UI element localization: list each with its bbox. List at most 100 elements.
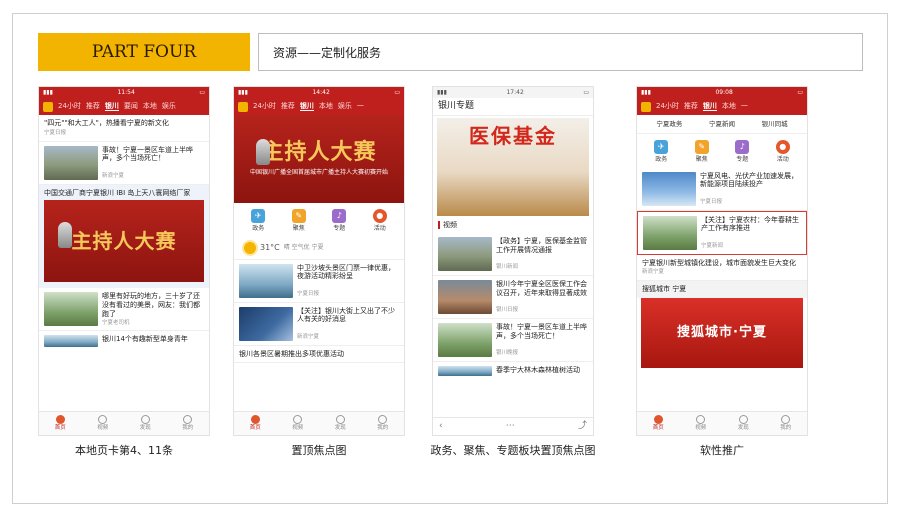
app-logo-icon — [238, 101, 248, 112]
list-item[interactable]: 事故！宁夏一景区车道上半哗声，多个当场死亡！ 新浪宁夏 — [39, 142, 209, 185]
topic-focus-banner[interactable]: 医保基金 — [437, 118, 589, 216]
subnav-news[interactable]: 宁夏新闻 — [709, 120, 735, 128]
nav-label: 发现 — [334, 425, 346, 432]
list-item[interactable]: 事故！宁夏一景区车道上半哗声，多个当场死亡！ 银川晚报 — [433, 319, 593, 362]
list-item[interactable]: 宁夏风电、光伏产业加速发展，新能源项目陆续投产 宁夏日报 — [637, 168, 807, 211]
tab-news[interactable]: 要闻 — [124, 102, 138, 111]
bottom-nav: 首页 视频 发现 我的 — [39, 411, 209, 435]
promo-slot[interactable]: 中国交通厂商宁夏银川 IBI 岛上天八寰网络厂家 主持人大赛 — [39, 184, 209, 289]
microphone-icon — [256, 139, 270, 165]
shortcut-label: 聚焦 — [292, 225, 305, 232]
microphone-icon — [58, 222, 72, 249]
status-time: 09:08 — [715, 88, 733, 96]
shortcut-focus[interactable]: ✎ 聚焦 — [694, 140, 709, 164]
discover-icon — [140, 415, 150, 425]
more-icon[interactable]: ⋯ — [506, 421, 515, 432]
tab-yinchuan[interactable]: 银川 — [299, 102, 314, 112]
list-item-highlighted[interactable]: 【关注】宁夏农村：今年春耕生产工作有序推进 宁夏新闻 — [637, 210, 807, 255]
channel-tabs: 24小时 推荐 银川 要闻 本地 娱乐 — [39, 98, 209, 115]
tab-ent[interactable]: 娱乐 — [338, 102, 352, 111]
nav-label: 我的 — [182, 425, 194, 432]
tab-more[interactable]: 一 — [357, 102, 364, 111]
tab-recommend[interactable]: 推荐 — [684, 102, 698, 111]
part-label: PART FOUR — [38, 33, 250, 71]
shortcut-topic[interactable]: ♪ 专题 — [332, 209, 347, 233]
discover-icon — [738, 415, 748, 425]
tab-24h[interactable]: 24小时 — [58, 102, 81, 111]
thumbnail — [438, 322, 492, 357]
tab-yinchuan[interactable]: 银川 — [702, 102, 717, 112]
nav-discover[interactable]: 发现 — [738, 415, 749, 432]
shortcut-gov[interactable]: ✈ 政务 — [251, 209, 266, 233]
list-item[interactable]: 中卫沙坡头景区门票一律优惠，夜游活动精彩纷呈 宁夏日报 — [234, 260, 404, 303]
item-title: 【关注】银川大街上又出了不少人有关的好消息 — [297, 306, 395, 324]
list-item[interactable]: 银川各景区暑期推出多项优惠活动 — [234, 346, 404, 364]
tab-yinchuan[interactable]: 银川 — [104, 102, 119, 112]
discover-icon — [335, 415, 345, 425]
tab-24h[interactable]: 24小时 — [656, 102, 679, 111]
subnav-gov[interactable]: 宁夏政务 — [656, 120, 682, 128]
shortcut-focus[interactable]: ✎ 聚焦 — [291, 209, 306, 233]
nav-video[interactable]: 视频 — [695, 415, 706, 432]
tab-more[interactable]: 一 — [741, 102, 748, 111]
section-header: 视频 — [433, 218, 593, 233]
shortcut-event[interactable]: ● 活动 — [775, 140, 790, 164]
item-meta: 新浪宁夏 — [297, 333, 320, 340]
item-title: 银川各景区暑期推出多项优惠活动 — [239, 349, 344, 358]
nav-me[interactable]: 我的 — [780, 415, 791, 432]
tab-ent[interactable]: 娱乐 — [162, 102, 176, 111]
list-item[interactable]: 【政务】宁夏，医保基金监管工作开展情况通报 银川新闻 — [433, 233, 593, 276]
nav-home[interactable]: 首页 — [653, 415, 664, 432]
item-title: 宁夏风电、光伏产业加速发展，新能源项目陆续投产 — [700, 171, 798, 189]
subnav-city[interactable]: 银川同城 — [762, 120, 788, 128]
tab-local[interactable]: 本地 — [722, 102, 736, 111]
top-focus-banner[interactable]: 主持人大赛 中国银川广播全国首届城市广播主持人大赛初赛开始 — [234, 115, 404, 203]
tab-24h[interactable]: 24小时 — [253, 102, 276, 111]
phone-screenshot-top-focus: ▮▮▮ 14:42 ▭ 24小时 推荐 银川 本地 娱乐 一 主持人大赛 中国银川广… — [233, 86, 405, 436]
tab-recommend[interactable]: 推荐 — [281, 102, 295, 111]
sun-icon — [244, 241, 256, 254]
list-item[interactable]: 宁夏银川新型城镇化建设，城市面貌发生巨大变化 新浪宁夏 — [637, 255, 807, 282]
nav-home[interactable]: 首页 — [55, 415, 66, 432]
nav-discover[interactable]: 发现 — [335, 415, 346, 432]
shortcut-gov[interactable]: ✈ 政务 — [654, 140, 669, 164]
thumbnail — [438, 365, 492, 376]
item-meta: 宁夏新闻 — [701, 242, 724, 249]
shortcut-label: 政务 — [252, 225, 265, 232]
nav-me[interactable]: 我的 — [182, 415, 193, 432]
tab-local[interactable]: 本地 — [143, 102, 157, 111]
bottom-nav: 首页 视频 发现 我的 — [234, 411, 404, 435]
list-item[interactable]: "四元""和大工人"，热播看宁夏的新文化 宁夏日报 — [39, 115, 209, 142]
thumbnail — [643, 215, 697, 250]
nav-home[interactable]: 首页 — [250, 415, 261, 432]
shortcut-topic[interactable]: ♪ 专题 — [735, 140, 750, 164]
weather-widget[interactable]: 31°C 晴 空气优 宁夏 — [234, 237, 404, 260]
thumbnail — [44, 335, 98, 348]
tab-recommend[interactable]: 推荐 — [86, 102, 100, 111]
item-title: 哪里有好玩的地方，三十岁了还没有看过的美景，网友：我们都跑了 — [102, 292, 200, 318]
tab-local[interactable]: 本地 — [319, 102, 333, 111]
nav-discover[interactable]: 发现 — [140, 415, 151, 432]
promo-banner[interactable]: 主持人大赛 — [44, 200, 204, 283]
shortcut-grid: ✈ 政务 ✎ 聚焦 ♪ 专题 ● 活动 — [234, 203, 404, 237]
status-time: 17:42 — [506, 88, 524, 96]
caption-topic-focus: 政务、聚焦、专题板块置顶焦点图 — [430, 444, 596, 457]
item-meta: 宁夏日报 — [297, 290, 320, 297]
shortcut-label: 专题 — [736, 156, 749, 164]
status-bar: ▮▮▮ 09:08 ▭ — [637, 87, 807, 98]
item-title: "四元""和大工人"，热播看宁夏的新文化 — [44, 119, 169, 127]
thumbnail — [438, 236, 492, 271]
soft-promo-banner[interactable]: 搜狐城市·宁夏 — [641, 298, 803, 368]
nav-video[interactable]: 视频 — [97, 415, 108, 432]
shortcut-event[interactable]: ● 活动 — [372, 209, 387, 233]
signal-icon: ▮▮▮ — [43, 88, 53, 96]
share-icon[interactable]: ⤴ — [578, 421, 587, 432]
list-item[interactable]: 【关注】银川大街上又出了不少人有关的好消息 新浪宁夏 — [234, 303, 404, 346]
back-icon[interactable]: ‹ — [439, 421, 443, 432]
list-item[interactable]: 银川14个有趣新型单身青年 — [39, 331, 209, 351]
list-item[interactable]: 春季宁大林木森林植树活动 — [433, 362, 593, 380]
nav-video[interactable]: 视频 — [292, 415, 303, 432]
nav-me[interactable]: 我的 — [377, 415, 388, 432]
list-item[interactable]: 哪里有好玩的地方，三十岁了还没有看过的美景，网友：我们都跑了 宁夏老司机 — [39, 288, 209, 332]
list-item[interactable]: 银川今年宁夏全区医保工作会议召开，近年来取得显著成效 银川日报 — [433, 276, 593, 319]
